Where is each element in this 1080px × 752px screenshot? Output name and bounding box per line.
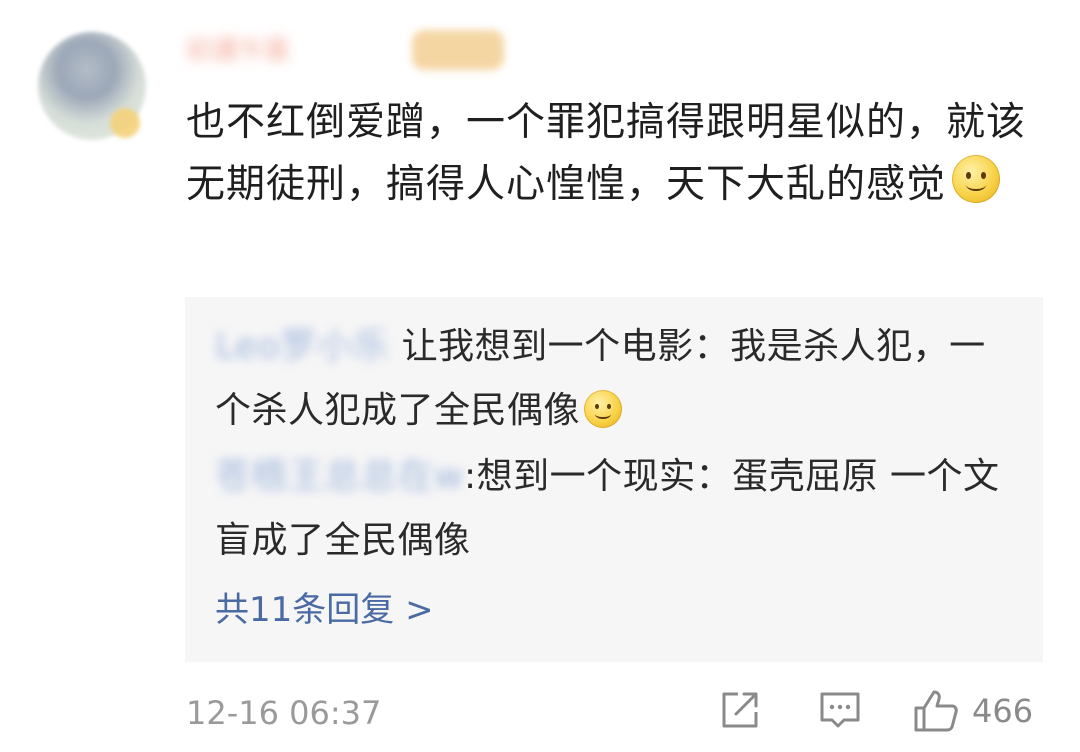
fan-badge	[412, 30, 504, 70]
reply-item[interactable]: 苍梧王总总在w:想到一个现实：蛋壳屈原 一个文盲成了全民偶像	[215, 445, 1015, 573]
reply-separator	[390, 326, 402, 367]
share-button[interactable]	[718, 688, 762, 732]
share-icon	[722, 692, 758, 728]
comment-username[interactable]: 初遇乍喜	[186, 30, 391, 72]
like-icon	[914, 690, 958, 732]
comment-text: 也不红倒爱蹭，一个罪犯搞得跟明星似的，就该无期徒刑，搞得人心惶惶，天下大乱的感觉	[186, 92, 1036, 216]
view-all-replies-link[interactable]: 共11条回复 >	[215, 585, 434, 635]
verified-badge-icon	[110, 108, 140, 138]
reply-separator: :	[463, 456, 477, 497]
like-button[interactable]: 466	[912, 688, 1033, 734]
reply-item[interactable]: Leo罗小乐 让我想到一个电影：我是杀人犯，一个杀人犯成了全民偶像	[215, 315, 1015, 443]
reply-username[interactable]: Leo罗小乐	[215, 315, 390, 379]
comment-timestamp: 12-16 06:37	[186, 694, 382, 732]
comment-body: 也不红倒爱蹭，一个罪犯搞得跟明星似的，就该无期徒刑，搞得人心惶惶，天下大乱的感觉	[186, 100, 1027, 207]
smile-emoji-icon	[584, 390, 623, 428]
reply-preview-box[interactable]: Leo罗小乐 让我想到一个电影：我是杀人犯，一个杀人犯成了全民偶像 苍梧王总总在…	[185, 297, 1043, 662]
smile-emoji-icon	[952, 155, 1001, 203]
like-count: 466	[972, 692, 1034, 730]
reply-username[interactable]: 苍梧王总总在w	[215, 445, 464, 509]
comment-icon	[820, 692, 860, 728]
reply-button[interactable]	[818, 688, 862, 732]
